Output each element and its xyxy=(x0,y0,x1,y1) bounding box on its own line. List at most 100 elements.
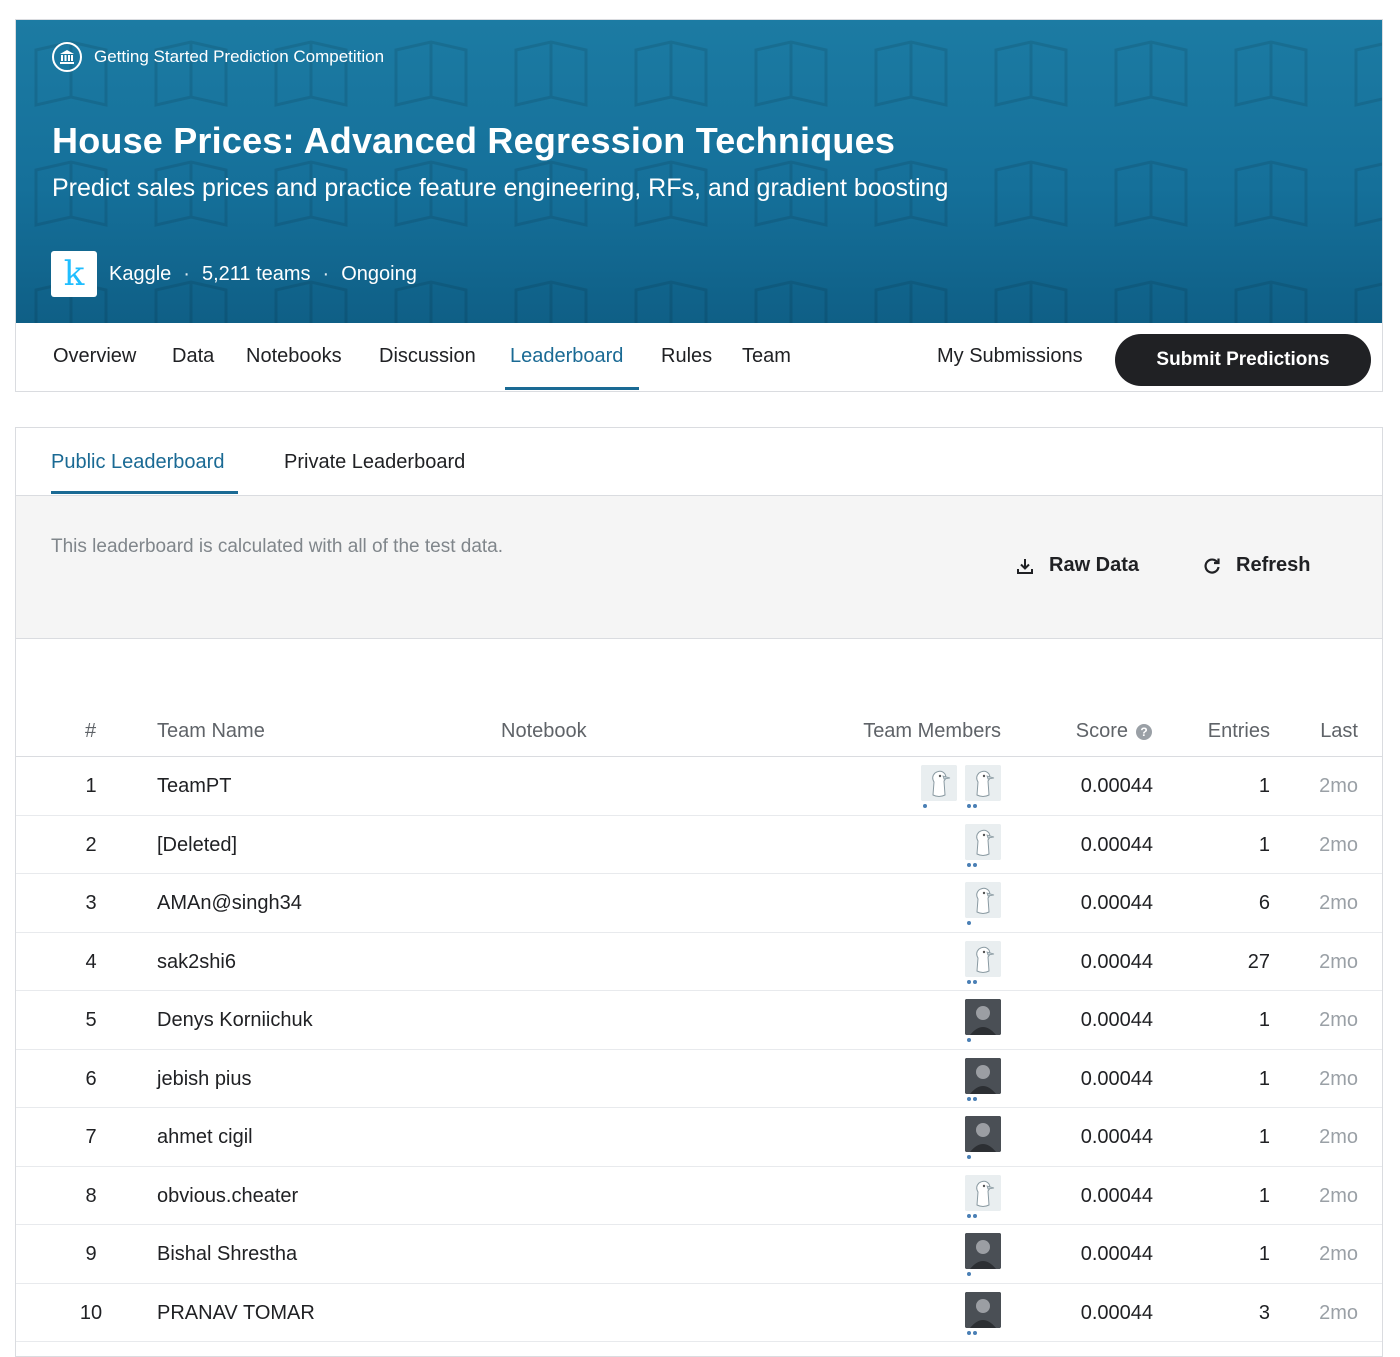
entries-cell: 1 xyxy=(1258,1184,1270,1207)
default-user-avatar-icon xyxy=(965,882,1001,918)
tab-discussion[interactable]: Discussion xyxy=(379,345,476,368)
rank-cell: 2 xyxy=(85,833,97,856)
team-count: 5,211 teams xyxy=(201,262,311,285)
team-name-cell[interactable]: AMAn@singh34 xyxy=(157,892,302,915)
host-name[interactable]: Kaggle xyxy=(109,263,171,286)
user-photo-avatar xyxy=(965,1233,1001,1269)
team-members-cell xyxy=(965,1233,1001,1277)
column-team-name[interactable]: Team Name xyxy=(157,720,265,743)
kaggle-logo[interactable]: k xyxy=(51,251,97,297)
default-user-avatar-icon xyxy=(965,823,1001,860)
download-icon xyxy=(1017,558,1033,574)
team-members-cell xyxy=(965,823,1001,868)
team-name-cell[interactable]: obvious.cheater xyxy=(157,1185,298,1208)
member-avatar-link[interactable] xyxy=(965,1291,1001,1336)
default-user-avatar-icon xyxy=(965,1174,1001,1211)
member-avatar-link[interactable] xyxy=(921,765,957,809)
team-name-cell[interactable]: TeamPT xyxy=(157,775,231,798)
competition-header-card: Getting Started Prediction Competition H… xyxy=(15,19,1383,392)
team-name-cell[interactable]: jebish pius xyxy=(157,1068,252,1091)
team-name-cell[interactable]: ahmet cigil xyxy=(157,1126,253,1149)
competition-nav: Overview Data Notebooks Discussion Leade… xyxy=(16,323,1382,391)
member-avatar-link[interactable] xyxy=(965,999,1001,1043)
team-name-cell[interactable]: Bishal Shrestha xyxy=(157,1243,297,1266)
table-row[interactable]: 10 PRANAV TOMAR 0.00044 3 2mo xyxy=(16,1284,1382,1342)
member-avatar-link[interactable] xyxy=(965,1057,1001,1102)
tab-rules[interactable]: Rules xyxy=(661,345,712,368)
refresh-icon xyxy=(1204,557,1220,574)
tier-indicator xyxy=(923,804,927,808)
tier-indicator xyxy=(967,804,971,808)
refresh-button[interactable]: Refresh xyxy=(1202,554,1310,577)
column-score[interactable]: Score ? xyxy=(1076,720,1153,743)
score-cell: 0.00044 xyxy=(1080,1301,1153,1324)
team-name-cell[interactable]: Denys Korniichuk xyxy=(157,1009,313,1032)
last-submission-cell: 2mo xyxy=(1319,1301,1358,1324)
user-photo-avatar xyxy=(965,1116,1001,1152)
table-row[interactable]: 1 TeamPT 0.00044 1 2mo xyxy=(16,757,1382,816)
rank-cell: 3 xyxy=(85,892,97,914)
competition-subtitle: Predict sales prices and practice featur… xyxy=(52,174,949,202)
table-row[interactable]: 6 jebish pius 0.00044 1 2mo xyxy=(16,1050,1382,1108)
last-submission-cell: 2mo xyxy=(1319,950,1358,973)
submit-predictions-button[interactable]: Submit Predictions xyxy=(1115,334,1371,386)
table-row[interactable]: 5 Denys Korniichuk 0.00044 1 2mo xyxy=(16,991,1382,1050)
table-row[interactable]: 4 sak2shi6 0.00044 27 2mo xyxy=(16,933,1382,991)
tab-private-leaderboard[interactable]: Private Leaderboard xyxy=(284,451,465,474)
last-submission-cell: 2mo xyxy=(1319,892,1358,914)
column-team-members[interactable]: Team Members xyxy=(863,720,1001,743)
tier-indicator xyxy=(967,1330,971,1335)
member-avatar-link[interactable] xyxy=(965,1116,1001,1160)
entries-cell: 1 xyxy=(1258,1126,1270,1148)
raw-data-button[interactable]: Raw Data xyxy=(1015,554,1139,577)
team-name-cell[interactable]: sak2shi6 xyxy=(157,951,236,974)
score-cell: 0.00044 xyxy=(1080,1009,1153,1031)
tab-public-leaderboard[interactable]: Public Leaderboard xyxy=(51,451,224,474)
refresh-label: Refresh xyxy=(1236,554,1311,576)
score-cell: 0.00044 xyxy=(1080,1184,1153,1207)
tab-leaderboard[interactable]: Leaderboard xyxy=(510,345,623,368)
table-row[interactable]: 9 Bishal Shrestha 0.00044 1 2mo xyxy=(16,1225,1382,1284)
tab-data[interactable]: Data xyxy=(172,345,214,368)
table-row[interactable]: 7 ahmet cigil 0.00044 1 2mo xyxy=(16,1108,1382,1167)
tab-team[interactable]: Team xyxy=(742,345,791,368)
raw-data-label: Raw Data xyxy=(1049,554,1140,576)
column-last[interactable]: Last xyxy=(1320,720,1358,743)
my-submissions-link[interactable]: My Submissions xyxy=(937,345,1083,368)
tier-indicator xyxy=(967,1155,971,1159)
rank-cell: 1 xyxy=(85,775,97,797)
tab-notebooks[interactable]: Notebooks xyxy=(246,345,342,368)
tier-indicator xyxy=(967,862,971,867)
member-avatar-link[interactable] xyxy=(965,1233,1001,1277)
score-cell: 0.00044 xyxy=(1080,1243,1153,1265)
entries-cell: 6 xyxy=(1258,892,1270,914)
rank-cell: 4 xyxy=(85,950,97,973)
tier-indicator xyxy=(973,1096,977,1101)
competition-banner: Getting Started Prediction Competition H… xyxy=(16,20,1382,323)
help-circle-icon[interactable]: ? xyxy=(1135,723,1153,741)
team-name-cell[interactable]: PRANAV TOMAR xyxy=(157,1302,315,1325)
member-avatar-link[interactable] xyxy=(965,765,1001,809)
rank-cell: 9 xyxy=(85,1243,97,1265)
rank-cell: 6 xyxy=(85,1067,97,1090)
member-avatar-link[interactable] xyxy=(965,940,1001,985)
competition-category: Getting Started Prediction Competition xyxy=(52,42,384,72)
team-members-cell xyxy=(965,1057,1001,1102)
member-avatar-link[interactable] xyxy=(965,1174,1001,1219)
table-row[interactable]: 2 [Deleted] 0.00044 1 2mo xyxy=(16,816,1382,874)
last-submission-cell: 2mo xyxy=(1319,1067,1358,1090)
team-name-cell[interactable]: [Deleted] xyxy=(157,834,237,857)
column-rank[interactable]: # xyxy=(85,720,96,743)
column-entries[interactable]: Entries xyxy=(1208,720,1270,743)
table-row[interactable]: 8 obvious.cheater 0.00044 1 2mo xyxy=(16,1167,1382,1225)
member-avatar-link[interactable] xyxy=(965,882,1001,926)
tab-overview[interactable]: Overview xyxy=(53,345,136,368)
entries-cell: 1 xyxy=(1258,1009,1270,1031)
default-user-avatar-icon xyxy=(965,765,1001,801)
leaderboard-tabs: Public Leaderboard Private Leaderboard xyxy=(16,428,1382,496)
tier-indicator xyxy=(973,979,977,984)
member-avatar-link[interactable] xyxy=(965,823,1001,868)
column-notebook[interactable]: Notebook xyxy=(501,720,587,743)
table-row[interactable]: 3 AMAn@singh34 0.00044 6 2mo xyxy=(16,874,1382,933)
team-members-cell xyxy=(965,1116,1001,1160)
